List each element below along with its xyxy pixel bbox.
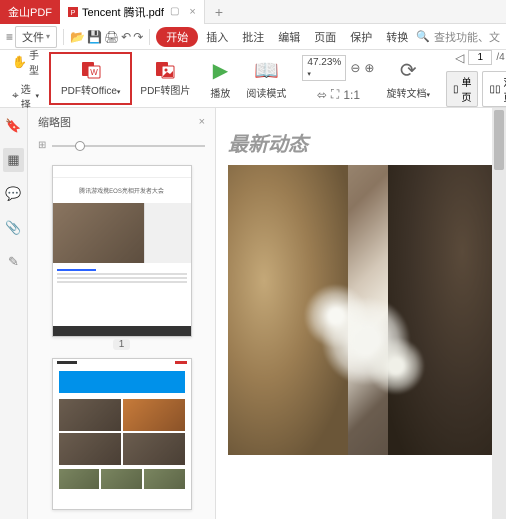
convert-office-icon: W	[80, 60, 102, 80]
page-nav: ◁ /4 ▷ ▯单页 ▯▯双页▾	[442, 50, 506, 107]
page-view[interactable]: 最新动态	[216, 108, 506, 519]
attachments-icon[interactable]: 📎	[1, 216, 25, 240]
hand-tool[interactable]: ✋手型	[10, 46, 41, 78]
menu-annotate[interactable]: 批注	[236, 27, 270, 47]
page-input[interactable]	[468, 50, 492, 65]
vertical-scrollbar[interactable]	[492, 108, 506, 519]
convert-image-icon	[154, 60, 176, 80]
thumbnail-page-2[interactable]	[52, 358, 192, 510]
open-icon[interactable]: 📂	[70, 30, 85, 44]
slider-track[interactable]	[52, 145, 205, 147]
pdf-to-image-button[interactable]: PDF转图片	[132, 56, 198, 101]
tab-label: Tencent 腾讯.pdf	[82, 4, 164, 20]
fit-width-icon[interactable]: ⬄	[317, 88, 327, 102]
menubar: ≡ 文件▾ 📂 💾 🖨 ↶ ↷ 开始 插入 批注 编辑 页面 保护 转换 🔍 查…	[0, 24, 506, 50]
play-button[interactable]: ▶ 播放	[202, 54, 238, 104]
book-icon: 📖	[254, 58, 279, 83]
thumbnail-title: 缩略图	[38, 114, 71, 130]
svg-text:W: W	[90, 68, 98, 77]
select-tool[interactable]: ⌖选择▾	[10, 80, 41, 112]
menu-edit[interactable]: 编辑	[272, 27, 306, 47]
thumbnail-number-1: 1	[34, 339, 209, 350]
menu-insert[interactable]: 插入	[200, 27, 234, 47]
rotate-icon: ⟳	[400, 58, 417, 83]
single-page-icon: ▯	[453, 84, 459, 95]
thumbnail-size-slider[interactable]: ⊞	[28, 136, 215, 155]
rotate-button[interactable]: ⟳ 旋转文档▾	[378, 54, 438, 104]
separator	[63, 29, 64, 45]
menu-page[interactable]: 页面	[308, 27, 342, 47]
page-heading: 最新动态	[228, 128, 494, 157]
toolbar: ✋手型 ⌖选择▾ W PDF转Office▾ PDF转图片 ▶ 播放 📖 阅读模…	[0, 50, 506, 108]
grid-small-icon: ⊞	[38, 140, 46, 151]
comments-icon[interactable]: 💬	[1, 182, 25, 206]
scrollbar-thumb[interactable]	[494, 110, 504, 170]
redo-icon[interactable]: ↷	[133, 30, 143, 44]
separator	[149, 29, 150, 45]
undo-icon[interactable]: ↶	[121, 30, 131, 44]
document-tab[interactable]: P Tencent 腾讯.pdf ▢ ×	[60, 0, 205, 24]
menu-convert[interactable]: 转换	[380, 27, 414, 47]
file-menu[interactable]: 文件▾	[15, 26, 57, 48]
menu-start[interactable]: 开始	[156, 27, 198, 47]
hamburger-icon[interactable]: ≡	[6, 30, 13, 44]
restore-icon[interactable]: ▢	[170, 6, 179, 17]
hand-icon: ✋	[12, 55, 27, 69]
thumbnail-list: 腾讯游戏携EOS亮相开发者大会 1	[28, 155, 215, 519]
menu-protect[interactable]: 保护	[344, 27, 378, 47]
prev-page-icon[interactable]: ◁	[455, 51, 464, 65]
content-area: 最新动态	[216, 108, 506, 519]
zoom-controls: 47.23% ▾ ⊖ ⊕ ⬄ ⛶ 1:1	[298, 55, 378, 102]
single-page-button[interactable]: ▯单页	[446, 71, 479, 107]
zoom-out-icon[interactable]: ⊖	[350, 61, 360, 75]
close-tab-icon[interactable]: ×	[189, 6, 195, 18]
svg-text:P: P	[71, 10, 76, 17]
double-page-icon: ▯▯	[489, 84, 500, 95]
thumbnail-header: 缩略图 ×	[28, 108, 215, 136]
signature-icon[interactable]: ✎	[4, 250, 23, 274]
page-image	[228, 165, 494, 455]
search-placeholder: 查找功能、文	[434, 29, 500, 45]
zoom-in-icon[interactable]: ⊕	[364, 61, 374, 75]
print-icon[interactable]: 🖨	[104, 30, 119, 44]
bookmark-icon[interactable]: 🔖	[1, 114, 25, 138]
play-icon: ▶	[213, 58, 228, 83]
search-box[interactable]: 🔍 查找功能、文	[416, 29, 500, 45]
sidebar: 🔖 ▦ 💬 📎 ✎	[0, 108, 28, 519]
zoom-value[interactable]: 47.23% ▾	[302, 55, 346, 81]
pdf-to-office-button[interactable]: W PDF转Office▾	[53, 56, 128, 101]
add-tab-button[interactable]: +	[205, 4, 233, 20]
read-mode-button[interactable]: 📖 阅读模式	[238, 54, 294, 104]
search-icon: 🔍	[416, 30, 430, 43]
slider-handle[interactable]	[75, 141, 85, 151]
app-title: 金山PDF	[0, 0, 60, 24]
thumbnail-panel: 缩略图 × ⊞ 腾讯游戏携EOS亮相开发者大会 1	[28, 108, 216, 519]
main-area: 🔖 ▦ 💬 📎 ✎ 缩略图 × ⊞ 腾讯游戏携EOS亮相开发者大会	[0, 108, 506, 519]
actual-size-icon[interactable]: 1:1	[343, 88, 360, 102]
cursor-icon: ⌖	[12, 88, 19, 103]
save-icon[interactable]: 💾	[87, 30, 102, 44]
titlebar: 金山PDF P Tencent 腾讯.pdf ▢ × +	[0, 0, 506, 24]
thumbnails-icon[interactable]: ▦	[3, 148, 23, 172]
fit-page-icon[interactable]: ⛶	[331, 87, 339, 102]
pdf-icon: P	[68, 7, 78, 17]
thumbnail-page-1[interactable]: 腾讯游戏携EOS亮相开发者大会	[52, 165, 192, 337]
pointer-tools: ✋手型 ⌖选择▾	[6, 46, 45, 112]
close-panel-icon[interactable]: ×	[199, 116, 205, 128]
highlight-pdf-to-office: W PDF转Office▾	[49, 52, 132, 105]
double-page-button[interactable]: ▯▯双页▾	[482, 71, 506, 107]
page-total: /4	[496, 52, 504, 63]
